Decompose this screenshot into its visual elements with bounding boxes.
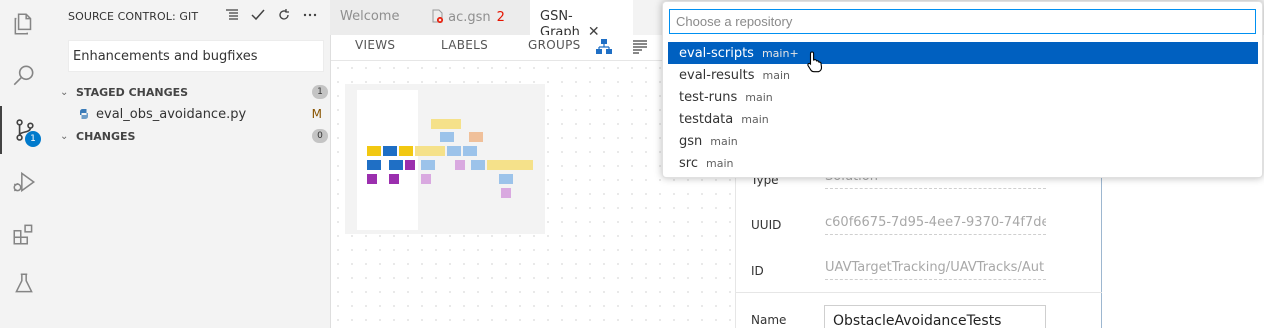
- minimap-node: [447, 146, 461, 156]
- minimap-node: [471, 160, 485, 170]
- explorer-icon[interactable]: [0, 0, 48, 48]
- uuid-label: UUID: [751, 218, 782, 232]
- changes-label: CHANGES: [76, 129, 136, 143]
- repository-quick-pick: eval-scripts main+ eval-results main test-…: [662, 1, 1263, 178]
- views-menu[interactable]: VIEWS: [355, 38, 395, 52]
- name-field[interactable]: ObstacleAvoidanceTests: [824, 305, 1046, 328]
- hand-cursor-icon: [807, 51, 823, 73]
- repo-item-gsn[interactable]: gsn main: [668, 130, 1258, 152]
- python-file-icon: [78, 108, 90, 124]
- repo-name: gsn: [679, 133, 703, 149]
- minimap-node: [499, 174, 513, 184]
- sidebar-title: SOURCE CONTROL: GIT: [68, 10, 199, 23]
- hierarchy-layout-icon[interactable]: [595, 38, 613, 60]
- minimap-node: [431, 119, 461, 129]
- changes-count-badge: 0: [312, 129, 328, 143]
- repo-item-src[interactable]: src main: [668, 152, 1258, 174]
- tab-welcome[interactable]: Welcome: [330, 0, 422, 35]
- repo-name: src: [679, 155, 698, 171]
- staged-file-name: eval_obs_avoidance.py: [96, 107, 247, 122]
- minimap-node: [455, 160, 465, 170]
- extensions-icon[interactable]: [0, 210, 48, 258]
- more-actions-icon[interactable]: [302, 7, 318, 23]
- repo-name: test-runs: [679, 89, 738, 105]
- minimap-node: [421, 160, 435, 170]
- labels-menu[interactable]: LABELS: [441, 38, 488, 52]
- minimap-node: [399, 146, 413, 156]
- chevron-down-icon: ⌄: [60, 130, 69, 142]
- groups-menu[interactable]: GROUPS: [528, 38, 581, 52]
- repo-name: eval-results: [679, 67, 755, 83]
- repo-name: testdata: [679, 111, 734, 127]
- repo-item-testdata[interactable]: testdata main: [668, 108, 1258, 130]
- minimap-node: [367, 160, 381, 170]
- changes-header[interactable]: ⌄ CHANGES 0: [48, 125, 330, 147]
- minimap-node: [421, 174, 431, 184]
- testing-icon[interactable]: [0, 260, 48, 308]
- repo-item-eval-results[interactable]: eval-results main: [668, 64, 1258, 86]
- minimap-node: [389, 160, 403, 170]
- minimap-node: [367, 174, 377, 184]
- repo-branch: main: [705, 156, 734, 170]
- chevron-down-icon: ⌄: [60, 86, 69, 98]
- id-value[interactable]: UAVTargetTracking/UAVTracks/Aut: [825, 260, 1046, 280]
- activity-bar: 1: [0, 0, 48, 328]
- commit-check-icon[interactable]: [250, 7, 266, 23]
- tab-error-count: 2: [496, 10, 505, 25]
- properties-divider: [736, 292, 1102, 293]
- file-status-modified: M: [311, 107, 322, 121]
- run-debug-icon[interactable]: [0, 158, 48, 206]
- id-label: ID: [751, 264, 764, 278]
- repo-branch: main: [741, 112, 769, 126]
- tab-ac-gsn[interactable]: ac.gsn 2: [422, 0, 530, 35]
- repo-item-eval-scripts[interactable]: eval-scripts main+: [668, 42, 1258, 64]
- staged-changes-header[interactable]: ⌄ STAGED CHANGES 1: [48, 81, 330, 103]
- graph-minimap[interactable]: [345, 84, 545, 234]
- repo-name: eval-scripts: [679, 45, 754, 61]
- source-control-icon[interactable]: [0, 106, 48, 154]
- minimap-node: [415, 146, 445, 156]
- minimap-node: [367, 146, 381, 156]
- minimap-node: [463, 146, 477, 156]
- staged-count-badge: 1: [312, 85, 328, 99]
- tab-gsn-graph[interactable]: GSN-Graph ✕: [530, 0, 633, 40]
- minimap-node: [469, 132, 483, 142]
- file-error-icon: [432, 9, 444, 27]
- commit-message-input[interactable]: Enhancements and bugfixes: [68, 40, 324, 72]
- details-list-icon[interactable]: [632, 39, 648, 59]
- repo-branch: main+: [761, 46, 799, 60]
- tab-label: Welcome: [340, 9, 400, 24]
- scm-count-badge: 1: [25, 131, 41, 147]
- source-control-sidebar: SOURCE CONTROL: GIT Enhancements and bug…: [48, 0, 330, 328]
- minimap-node: [501, 188, 511, 198]
- staged-changes-label: STAGED CHANGES: [76, 85, 189, 99]
- minimap-node: [405, 160, 415, 170]
- repo-item-test-runs[interactable]: test-runs main: [668, 86, 1258, 108]
- view-as-tree-icon[interactable]: [224, 7, 240, 23]
- repo-branch: main: [745, 90, 773, 104]
- staged-file-row[interactable]: eval_obs_avoidance.py M: [48, 104, 330, 126]
- properties-panel: Type Solution UUID c60f6675-7d95-4ee7-93…: [735, 169, 1102, 328]
- name-label: Name: [751, 313, 787, 327]
- minimap-node: [383, 146, 397, 156]
- graph-toolbar: VIEWS LABELS GROUPS: [331, 35, 671, 61]
- search-icon[interactable]: [0, 52, 48, 100]
- minimap-node: [389, 174, 399, 184]
- repository-search-input[interactable]: [669, 9, 1256, 34]
- tab-label: ac.gsn: [448, 10, 491, 25]
- minimap-node: [440, 132, 454, 142]
- repo-branch: main: [710, 134, 738, 148]
- uuid-value[interactable]: c60f6675-7d95-4ee7-9370-74f7dee: [825, 215, 1046, 235]
- sidebar-toolbar: [224, 7, 318, 23]
- repo-branch: main: [762, 68, 790, 82]
- minimap-node: [487, 160, 533, 170]
- refresh-icon[interactable]: [276, 7, 292, 23]
